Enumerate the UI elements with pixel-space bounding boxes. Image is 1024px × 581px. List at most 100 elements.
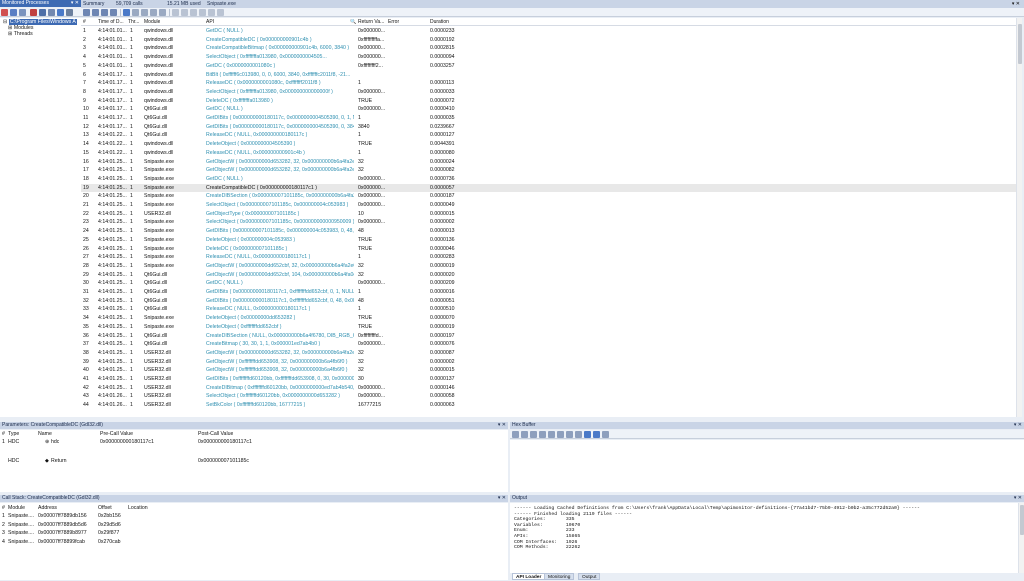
table-row[interactable]: 7 4:14:01.17... 1 qwindows.dll ReleaseDC ( 0… (81, 79, 1016, 88)
search-icon[interactable]: 🔍 (350, 19, 356, 26)
collapse-icon[interactable]: ⊟ (3, 19, 7, 25)
panel-pin-close-icon[interactable]: ▾ ✕ (1014, 495, 1022, 502)
table-row[interactable]: 16 4:14:01.25... 1 Snipaste.exe GetObjectW (… (81, 158, 1016, 167)
col-thread[interactable]: Thr... (128, 19, 139, 26)
toolbar-icon-5[interactable] (39, 9, 46, 16)
toolbar-icon-2[interactable] (10, 9, 17, 16)
table-row[interactable]: 29 4:14:01.25... 1 Qt6Gui.dll GetObjectW ( 0… (81, 271, 1016, 280)
table-row[interactable]: 26 4:14:01.25... 1 Snipaste.exe DeleteDC ( 0… (81, 245, 1016, 254)
callstack-row[interactable]: 3 Snipaste.... 0x00007ff7889b8977 0x29f877 (0, 529, 508, 537)
table-row[interactable]: 41 4:14:01.25... 1 USER32.dll GetDIBits ( 0x… (81, 375, 1016, 384)
hex-icon-11[interactable] (602, 431, 609, 438)
table-row[interactable]: 8 4:14:01.17... 1 qwindows.dll SelectObject … (81, 88, 1016, 97)
return-row[interactable]: HDC ◆ Return 0x000000007101185c (0, 458, 508, 465)
param-row[interactable]: 1 HDC ⊕ hdc 0x000000000180117c1 0x000000… (0, 439, 508, 446)
panel-pin-close-icon[interactable]: ▾ ✕ (498, 422, 506, 429)
hex-buffer-area[interactable] (510, 440, 1024, 492)
table-row[interactable]: 5 4:14:01.01... 1 qwindows.dll GetDC ( 0x000… (81, 62, 1016, 71)
table-row[interactable]: 39 4:14:01.25... 1 USER32.dll GetObjectW ( 0… (81, 358, 1016, 367)
table-row[interactable]: 6 4:14:01.17... 1 qwindows.dll BitBlt ( 0xff… (81, 71, 1016, 80)
table-row[interactable]: 20 4:14:01.25... 1 Snipaste.exe CreateDIBSec… (81, 192, 1016, 201)
view-icon-5[interactable] (159, 9, 166, 16)
table-row[interactable]: 14 4:14:01.22... 1 qwindows.dll DeleteObject… (81, 140, 1016, 149)
output-scrollbar[interactable] (1018, 503, 1024, 573)
hex-icon-8[interactable] (575, 431, 582, 438)
hex-icon-6[interactable] (557, 431, 564, 438)
toolbar-icon-1[interactable] (1, 9, 8, 16)
table-row[interactable]: 42 4:14:01.25... 1 USER32.dll CreateDIBitmap… (81, 384, 1016, 393)
table-row[interactable]: 31 4:14:01.25... 1 Qt6Gui.dll GetDIBits ( 0x… (81, 288, 1016, 297)
grid-scrollbar[interactable] (1016, 18, 1022, 417)
table-row[interactable]: 40 4:14:01.25... 1 USER32.dll GetObjectW ( 0… (81, 366, 1016, 375)
col-time[interactable]: Time of D... (98, 19, 124, 26)
tab-api-loader[interactable]: API Loader (512, 573, 546, 580)
table-row[interactable]: 22 4:14:01.25... 1 USER32.dll GetObjectType … (81, 210, 1016, 219)
toolbar-icon-4[interactable] (30, 9, 37, 16)
copy-icon[interactable] (172, 9, 179, 16)
table-row[interactable]: 27 4:14:01.25... 1 Snipaste.exe ReleaseDC ( … (81, 253, 1016, 262)
nav-last-icon[interactable] (110, 9, 117, 16)
table-row[interactable]: 1 4:14:01.01... 1 qwindows.dll GetDC ( NULL … (81, 27, 1016, 36)
toolbar-icon-8[interactable] (66, 9, 73, 16)
table-row[interactable]: 3 4:14:01.01... 1 qwindows.dll CreateCompati… (81, 44, 1016, 53)
table-row[interactable]: 2 4:14:01.01... 1 qwindows.dll CreateCompati… (81, 36, 1016, 45)
col-error[interactable]: Error (388, 19, 399, 26)
hex-icon-5[interactable] (548, 431, 555, 438)
export-icon[interactable] (190, 9, 197, 16)
view-icon-4[interactable] (150, 9, 157, 16)
paste-icon[interactable] (181, 9, 188, 16)
filter-icon[interactable] (199, 9, 206, 16)
table-row[interactable]: 38 4:14:01.25... 1 USER32.dll GetObjectW ( 0… (81, 349, 1016, 358)
table-row[interactable]: 12 4:14:01.17... 1 Qt6Gui.dll GetDIBits ( 0x… (81, 123, 1016, 132)
param-expand-icon[interactable]: ⊕ (45, 439, 49, 445)
table-row[interactable]: 21 4:14:01.25... 1 Snipaste.exe SelectObject… (81, 201, 1016, 210)
expand-icon[interactable]: ⊞ (8, 31, 12, 37)
col-api[interactable]: API (206, 19, 214, 26)
toolbar-icon-3[interactable] (19, 9, 26, 16)
panel-pin-close-icon[interactable]: ▾ ✕ (1014, 422, 1022, 429)
table-row[interactable]: 17 4:14:01.25... 1 Snipaste.exe GetObjectW (… (81, 166, 1016, 175)
table-row[interactable]: 4 4:14:01.01... 1 qwindows.dll SelectObject … (81, 53, 1016, 62)
col-index[interactable]: # (83, 19, 86, 26)
table-row[interactable]: 18 4:14:01.25... 1 Snipaste.exe GetDC ( NULL… (81, 175, 1016, 184)
table-row[interactable]: 43 4:14:01.26... 1 USER32.dll SelectObject (… (81, 392, 1016, 401)
table-row[interactable]: 30 4:14:01.25... 1 Qt6Gui.dll GetDC ( NULL )… (81, 279, 1016, 288)
toolbar-icon-7[interactable] (57, 9, 64, 16)
hex-icon-10[interactable] (593, 431, 600, 438)
panel-pin-close-icon[interactable]: ▾ ✕ (71, 0, 79, 7)
table-row[interactable]: 24 4:14:01.25... 1 Snipaste.exe GetDIBits ( … (81, 227, 1016, 236)
grid-scrollbar-thumb[interactable] (1018, 24, 1022, 64)
nav-first-icon[interactable] (83, 9, 90, 16)
table-row[interactable]: 36 4:14:01.25... 1 Qt6Gui.dll CreateDIBSecti… (81, 332, 1016, 341)
table-row[interactable]: 32 4:14:01.25... 1 Qt6Gui.dll GetDIBits ( 0x… (81, 297, 1016, 306)
table-row[interactable]: 13 4:14:01.22... 1 Qt6Gui.dll ReleaseDC ( NU… (81, 131, 1016, 140)
tab-output[interactable]: Output (578, 573, 601, 580)
view-icon-3[interactable] (141, 9, 148, 16)
col-return[interactable]: Return Va... (358, 19, 384, 26)
table-row[interactable]: 37 4:14:01.25... 1 Qt6Gui.dll CreateBitmap (… (81, 340, 1016, 349)
table-row[interactable]: 23 4:14:01.25... 1 Snipaste.exe SelectObject… (81, 218, 1016, 227)
summary-process[interactable]: Snipaste.exe (207, 0, 236, 8)
callstack-row[interactable]: 1 Snipaste.... 0x00007ff7889db156 0x2bb156 (0, 512, 508, 520)
table-row[interactable]: 11 4:14:01.17... 1 Qt6Gui.dll GetDIBits ( 0x… (81, 114, 1016, 123)
table-row[interactable]: 9 4:14:01.17... 1 qwindows.dll DeleteDC ( 0x… (81, 97, 1016, 106)
options-icon[interactable] (208, 9, 215, 16)
hex-icon-3[interactable] (530, 431, 537, 438)
output-log[interactable]: ------ Loading Cached Definitions from C… (510, 503, 1018, 573)
table-row[interactable]: 34 4:14:01.25... 1 Snipaste.exe DeleteObject… (81, 314, 1016, 323)
table-row[interactable]: 35 4:14:01.25... 1 Snipaste.exe DeleteObject… (81, 323, 1016, 332)
panel-pin-close-icon[interactable]: ▾ ✕ (498, 495, 506, 502)
tab-close-icon[interactable]: ▾ ✕ (1012, 0, 1020, 8)
tree-item-threads[interactable]: ⊞ Threads (8, 31, 33, 37)
callstack-row[interactable]: 4 Snipaste.... 0x00007ff78899fcab 0x270cab (0, 538, 508, 546)
table-row[interactable]: 33 4:14:01.25... 1 Qt6Gui.dll ReleaseDC ( NU… (81, 305, 1016, 314)
refresh-icon[interactable] (217, 9, 224, 16)
callstack-row[interactable]: 2 Snipaste.... 0x00007ff7889db5d6 0x29d5d6 (0, 521, 508, 529)
hex-icon-1[interactable] (512, 431, 519, 438)
toolbar-icon-6[interactable] (48, 9, 55, 16)
hex-icon-2[interactable] (521, 431, 528, 438)
table-row[interactable]: 28 4:14:01.25... 1 Snipaste.exe GetObjectW (… (81, 262, 1016, 271)
col-duration[interactable]: Duration (430, 19, 449, 26)
table-row[interactable]: 25 4:14:01.25... 1 Snipaste.exe DeleteObject… (81, 236, 1016, 245)
table-row[interactable]: 15 4:14:01.22... 1 qwindows.dll ReleaseDC ( … (81, 149, 1016, 158)
